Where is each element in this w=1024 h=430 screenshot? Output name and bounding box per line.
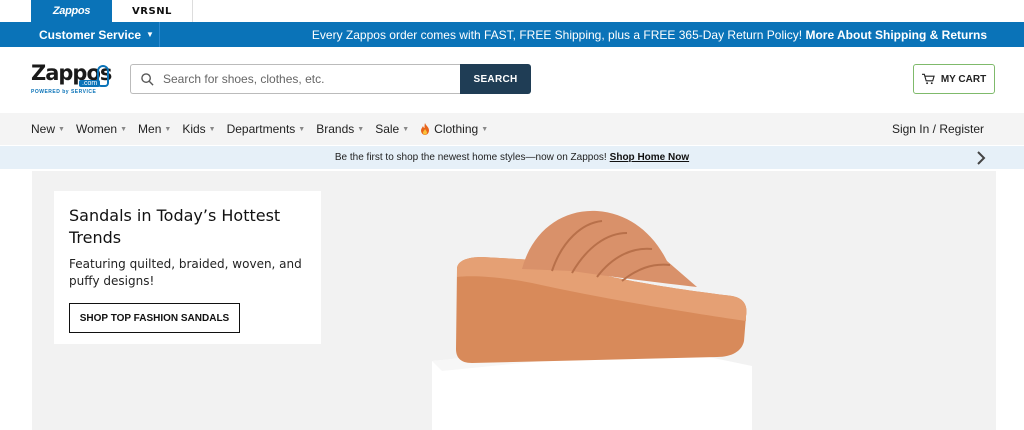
nav-item-label: Kids [182,122,206,136]
nav-item-label: Brands [316,122,355,136]
chevron-down-icon: ▼ [298,125,306,133]
cart-icon [921,73,935,85]
announcement-bar: Be the first to shop the newest home sty… [0,145,1024,169]
brand-tab-zappos[interactable]: Zappos [31,0,112,22]
logo-com: .com [79,80,101,87]
site-header: Zappos .com POWERED by SERVICE SEARCH MY… [0,47,1024,113]
chevron-down-icon: ▼ [58,125,65,133]
chevron-down-icon: ▼ [208,125,216,133]
nav-item-women[interactable]: Women ▼ [76,122,127,136]
chevron-down-icon: ▼ [164,125,172,133]
nav-item-new[interactable]: New ▼ [31,122,65,136]
search-input[interactable] [163,72,443,86]
zappos-logo[interactable]: Zappos .com POWERED by SERVICE [31,61,112,97]
nav-item-label: New [31,122,56,136]
nav-item-label: Women [75,122,118,136]
chevron-down-icon: ▼ [481,125,489,133]
search-button[interactable]: SEARCH [460,64,531,94]
nav-item-kids[interactable]: Kids ▼ [182,122,215,136]
cart-button[interactable]: MY CART [913,64,995,94]
top-bar: Customer Service ▼ Every Zappos order co… [0,22,1024,47]
hero-banner[interactable]: Sandals in Today’s Hottest Trends Featur… [32,171,996,430]
nav-item-men[interactable]: Men ▼ [138,122,171,136]
nav-item-label: Clothing [434,122,479,136]
cart-label: MY CART [940,73,987,85]
shop-sandals-button[interactable]: SHOP TOP FASHION SANDALS [69,303,240,333]
nav-item-label: Departments [226,122,296,136]
nav-item-label: Men [138,122,162,136]
nav-item-brands[interactable]: Brands ▼ [316,122,364,136]
chevron-down-icon: ▼ [146,30,154,39]
brand-tab-vrsnl[interactable]: VRSNL [112,0,193,22]
logo-tagline: POWERED by SERVICE [31,89,97,95]
hero-subtitle: Featuring quilted, braided, woven, and p… [69,257,302,288]
customer-service-label: Customer Service [39,27,142,42]
customer-service-menu[interactable]: Customer Service ▼ [0,22,160,47]
brand-tabs: Zappos VRSNL [0,0,1024,22]
search-box [130,64,460,94]
nav-item-sale[interactable]: Sale ▼ [375,122,409,136]
nav-item-departments[interactable]: Departments ▼ [227,122,306,136]
nav-item-label: Sale [375,122,400,136]
shop-home-link[interactable]: Shop Home Now [610,152,689,163]
sandal-product-image [432,210,752,430]
main-nav: New ▼ Women ▼ Men ▼ Kids ▼ Departments ▼ Bran… [0,113,1024,145]
shipping-promo-text: Every Zappos order comes with FAST, FREE… [311,27,803,42]
shipping-promo: Every Zappos order comes with FAST, FREE… [160,28,1024,42]
chevron-down-icon: ▼ [402,125,410,133]
search-bar: SEARCH [130,64,531,94]
nav-item-clothing[interactable]: Clothing ▼ [420,122,488,136]
search-icon [141,72,154,86]
hero-card: Sandals in Today’s Hottest Trends Featur… [54,191,321,344]
chevron-right-icon[interactable] [976,151,986,165]
chevron-down-icon: ▼ [120,125,128,133]
shipping-returns-link[interactable]: More About Shipping & Returns [805,28,987,42]
sign-in-link[interactable]: Sign In / Register [892,122,984,136]
announcement-text: Be the first to shop the newest home sty… [334,152,607,163]
fire-icon [421,123,430,135]
chevron-down-icon: ▼ [357,125,365,133]
hero-title: Sandals in Today’s Hottest Trends [69,206,281,247]
